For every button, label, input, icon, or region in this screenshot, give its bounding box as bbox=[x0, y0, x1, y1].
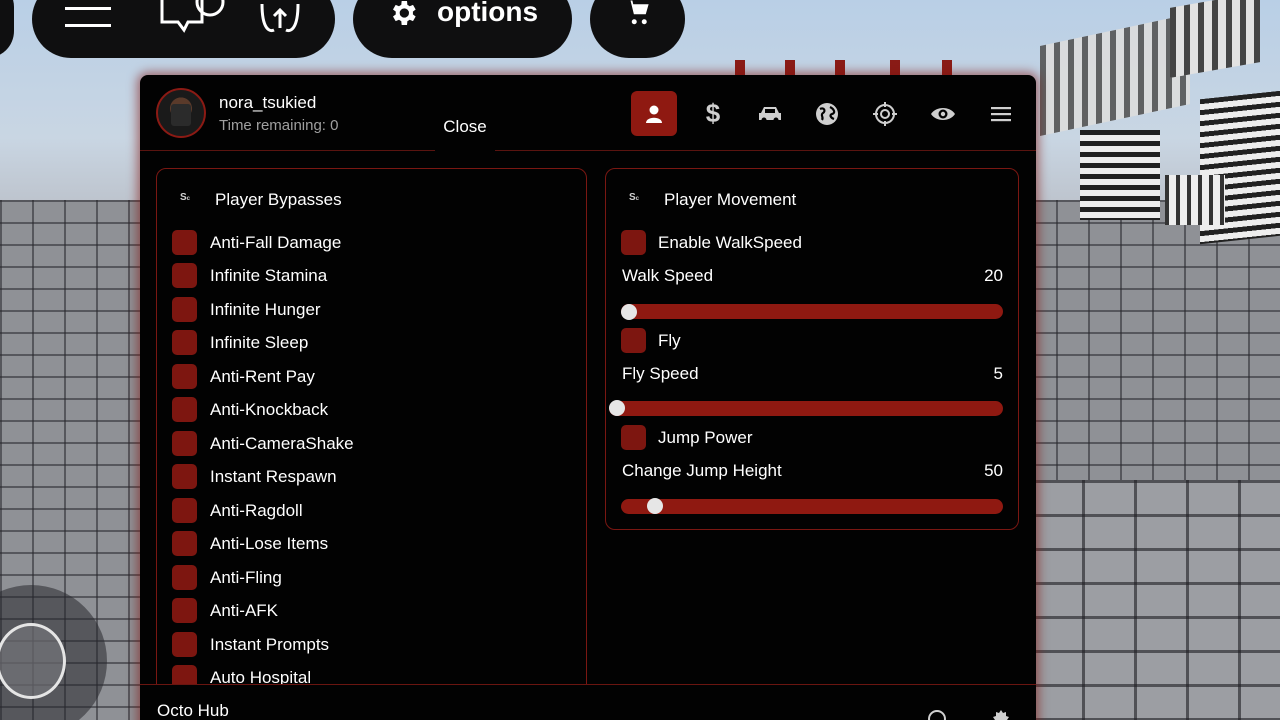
checkbox-anti-afk[interactable] bbox=[172, 598, 197, 623]
tab-combat[interactable] bbox=[862, 91, 908, 136]
checkbox-anti-knockback[interactable] bbox=[172, 397, 197, 422]
person-icon bbox=[646, 105, 662, 123]
emote-icon[interactable] bbox=[258, 0, 304, 36]
slider-handle[interactable] bbox=[621, 304, 637, 320]
toggle-label: Anti-Ragdoll bbox=[210, 501, 303, 520]
checkbox-anti-rent-pay[interactable] bbox=[172, 364, 197, 389]
toggle-label: Fly bbox=[658, 331, 681, 350]
checkbox-anti-fling[interactable] bbox=[172, 565, 197, 590]
tab-world[interactable] bbox=[804, 91, 850, 136]
slider-handle[interactable] bbox=[609, 400, 625, 416]
cart-icon[interactable] bbox=[622, 0, 654, 28]
checkbox-instant-respawn[interactable] bbox=[172, 464, 197, 489]
checkbox-anti-fall-damage[interactable] bbox=[172, 230, 197, 255]
section-title: Player Bypasses bbox=[215, 190, 342, 209]
eye-icon bbox=[931, 107, 955, 120]
checkbox-anti-ragdoll[interactable] bbox=[172, 498, 197, 523]
checkbox-fly[interactable] bbox=[621, 328, 646, 353]
toggle-label: Enable WalkSpeed bbox=[658, 233, 802, 252]
jump-height-slider[interactable] bbox=[621, 499, 1003, 514]
section-icon: Sc bbox=[629, 192, 640, 203]
tab-money[interactable]: $ bbox=[690, 91, 736, 136]
slider-label: Fly Speed bbox=[622, 364, 699, 383]
username: nora_tsukied bbox=[219, 93, 317, 112]
toggle-label: Instant Prompts bbox=[210, 635, 330, 654]
crosshair-icon bbox=[873, 101, 897, 126]
toggle-label: Infinite Hunger bbox=[210, 300, 321, 319]
toggle-label: Anti-Fall Damage bbox=[210, 233, 342, 252]
checkbox-anti-lose-items[interactable] bbox=[172, 531, 197, 556]
section-icon: Sc bbox=[180, 192, 191, 203]
settings-icon[interactable] bbox=[988, 708, 1014, 720]
toggle-label: Anti-AFK bbox=[210, 601, 279, 620]
checkbox-enable-walkspeed[interactable] bbox=[621, 230, 646, 255]
checkbox-instant-prompts[interactable] bbox=[172, 632, 197, 657]
toggle-label: Anti-Lose Items bbox=[210, 534, 329, 553]
dollar-icon: $ bbox=[705, 98, 721, 128]
building-block bbox=[1080, 130, 1160, 220]
building-block bbox=[1165, 175, 1225, 225]
search-icon[interactable] bbox=[926, 708, 950, 720]
menu-icon bbox=[991, 106, 1011, 121]
toggle-label: Anti-CameraShake bbox=[210, 434, 354, 453]
avatar bbox=[156, 88, 206, 138]
close-button[interactable]: Close bbox=[435, 106, 495, 152]
tab-menu[interactable] bbox=[978, 91, 1024, 136]
header-divider bbox=[140, 150, 1036, 151]
tab-player[interactable] bbox=[631, 91, 677, 136]
checkbox-infinite-sleep[interactable] bbox=[172, 330, 197, 355]
slider-value: 5 bbox=[993, 364, 1003, 383]
options-label[interactable]: options bbox=[437, 0, 538, 28]
checkbox-infinite-hunger[interactable] bbox=[172, 297, 197, 322]
checkbox-infinite-stamina[interactable] bbox=[172, 263, 197, 288]
gear-icon[interactable] bbox=[387, 0, 419, 29]
fly-speed-slider[interactable] bbox=[609, 401, 1003, 416]
slider-value: 20 bbox=[984, 266, 1003, 285]
toggle-label: Jump Power bbox=[658, 428, 753, 447]
slider-value: 50 bbox=[984, 461, 1003, 480]
baseplate-near bbox=[1030, 480, 1280, 720]
toggle-label: Infinite Sleep bbox=[210, 333, 309, 352]
tab-vehicle[interactable] bbox=[747, 91, 793, 136]
slider-handle[interactable] bbox=[646, 498, 663, 514]
footer-bar bbox=[140, 684, 1036, 720]
walk-speed-slider[interactable] bbox=[621, 304, 1003, 319]
toggle-label: Anti-Knockback bbox=[210, 400, 329, 419]
checkbox-jump-power[interactable] bbox=[621, 425, 646, 450]
tab-visuals[interactable] bbox=[920, 91, 966, 136]
chat-icon[interactable] bbox=[158, 0, 228, 36]
slider-label: Change Jump Height bbox=[622, 461, 782, 480]
toggle-label: Anti-Rent Pay bbox=[210, 367, 315, 386]
toggle-label: Infinite Stamina bbox=[210, 266, 328, 285]
section-title: Player Movement bbox=[664, 190, 797, 209]
checkbox-anti-camerashake[interactable] bbox=[172, 431, 197, 456]
hub-title: Octo Hub bbox=[157, 701, 229, 720]
globe-icon bbox=[816, 102, 838, 125]
car-icon bbox=[759, 106, 781, 122]
toggle-label: Instant Respawn bbox=[210, 467, 337, 486]
hamburger-icon[interactable] bbox=[65, 5, 113, 29]
slider-label: Walk Speed bbox=[622, 266, 714, 285]
toggle-label: Anti-Fling bbox=[210, 568, 282, 587]
time-remaining: Time remaining: 0 bbox=[219, 117, 339, 134]
